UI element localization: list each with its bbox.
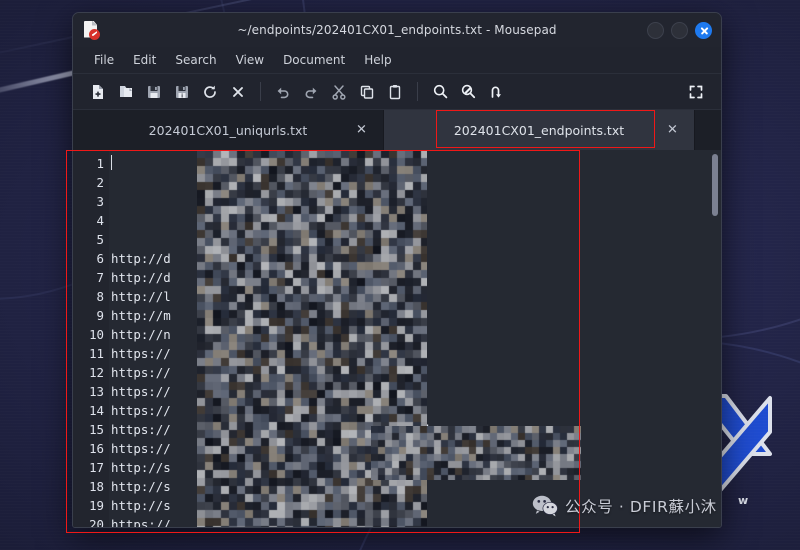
line-number: 12 xyxy=(89,365,104,380)
line-number: 9 xyxy=(96,308,104,323)
line-number: 13 xyxy=(89,384,104,399)
line-number: 18 xyxy=(89,479,104,494)
wechat-watermark: 公众号 · DFIR蘇小沐 xyxy=(532,495,717,517)
mousepad-window: ~/endpoints/202401CX01_endpoints.txt - M… xyxy=(72,12,722,528)
svg-text:i: i xyxy=(181,93,183,99)
reload-icon[interactable] xyxy=(197,79,223,105)
undo-icon[interactable] xyxy=(270,79,296,105)
code-line: http://d xyxy=(111,270,171,285)
svg-text:w: w xyxy=(738,494,748,507)
code-line: https:// xyxy=(111,441,171,456)
text-caret xyxy=(111,155,112,170)
fullscreen-icon[interactable] xyxy=(683,79,709,105)
code-line: https:// ess_token xyxy=(111,403,395,418)
code-text-content[interactable]: http://d -number http://d http://l http://m… xyxy=(109,150,721,527)
watermark-text: 公众号 · DFIR蘇小沐 xyxy=(565,498,717,516)
code-line: http://m addr=%f,%f xyxy=(111,308,402,323)
menu-view[interactable]: View xyxy=(227,50,273,70)
find-replace-icon[interactable] xyxy=(455,79,481,105)
code-line: http://s d xyxy=(111,479,320,494)
line-number: 10 xyxy=(89,327,104,342)
save-as-icon[interactable]: i xyxy=(169,79,195,105)
toolbar-separator xyxy=(417,82,418,101)
line-number: 19 xyxy=(89,498,104,513)
menu-file[interactable]: File xyxy=(85,50,123,70)
paste-icon[interactable] xyxy=(382,79,408,105)
find-icon[interactable] xyxy=(427,79,453,105)
new-file-icon[interactable] xyxy=(85,79,111,105)
line-number: 7 xyxy=(96,270,104,285)
window-titlebar[interactable]: ~/endpoints/202401CX01_endpoints.txt - M… xyxy=(73,13,721,47)
tab-label: 202401CX01_endpoints.txt xyxy=(453,122,625,138)
code-line: https:// tream_type=all xyxy=(111,422,432,437)
line-number: 17 xyxy=(89,460,104,475)
save-icon[interactable] xyxy=(141,79,167,105)
line-number: 11 xyxy=(89,346,104,361)
line-number: 8 xyxy=(96,289,104,304)
vertical-scrollbar-thumb[interactable] xyxy=(712,154,718,216)
tab-close-icon[interactable]: ✕ xyxy=(354,123,369,138)
copy-icon[interactable] xyxy=(354,79,380,105)
text-editor-area[interactable]: 123456789101112131415161718192021 http:/… xyxy=(73,150,721,527)
line-number-gutter: 123456789101112131415161718192021 xyxy=(73,150,109,527)
menu-document[interactable]: Document xyxy=(274,50,354,70)
minimize-button[interactable] xyxy=(647,21,664,39)
vertical-scrollbar[interactable] xyxy=(712,154,718,506)
toolbar-separator xyxy=(260,82,261,101)
code-line: http://d -number xyxy=(111,251,380,266)
line-number: 14 xyxy=(89,403,104,418)
line-number: 20 xyxy=(89,517,104,527)
code-line: https:// xyxy=(111,365,171,380)
code-line: http://l xyxy=(111,289,171,304)
window-title: ~/endpoints/202401CX01_endpoints.txt - M… xyxy=(237,23,557,37)
line-number: 16 xyxy=(89,441,104,456)
line-number: 15 xyxy=(89,422,104,437)
tab-endpoints[interactable]: 202401CX01_endpoints.txt ✕ xyxy=(384,110,695,150)
close-file-icon[interactable] xyxy=(225,79,251,105)
document-edit-icon xyxy=(82,20,100,40)
open-file-icon[interactable] xyxy=(113,79,139,105)
tabbar: 202401CX01_uniqurls.txt ✕ 202401CX01_end… xyxy=(73,110,721,150)
code-line: https:// ke?token= xyxy=(111,346,395,361)
line-number: 5 xyxy=(96,232,104,247)
tab-close-icon[interactable]: ✕ xyxy=(665,123,680,138)
menu-help[interactable]: Help xyxy=(355,50,400,70)
tab-uniqurls[interactable]: 202401CX01_uniqurls.txt ✕ xyxy=(73,110,384,150)
code-line: http://s xyxy=(111,460,171,475)
code-line: https:// xyxy=(111,384,171,399)
line-number: 3 xyxy=(96,194,104,209)
line-number: 6 xyxy=(96,251,104,266)
line-number: 4 xyxy=(96,213,104,228)
menubar: File Edit Search View Document Help xyxy=(73,47,721,74)
tab-label: 202401CX01_uniqurls.txt xyxy=(148,122,308,138)
cut-icon[interactable] xyxy=(326,79,352,105)
redo-icon[interactable] xyxy=(298,79,324,105)
wechat-icon xyxy=(532,495,558,517)
toolbar: i xyxy=(73,74,721,110)
window-controls xyxy=(647,21,712,39)
code-line: http://n xyxy=(111,327,171,342)
menu-search[interactable]: Search xyxy=(166,50,225,70)
maximize-button[interactable] xyxy=(671,21,688,39)
close-button[interactable] xyxy=(695,21,712,39)
line-number: 2 xyxy=(96,175,104,190)
jump-to-icon[interactable] xyxy=(483,79,509,105)
menu-edit[interactable]: Edit xyxy=(124,50,165,70)
line-number: 1 xyxy=(96,156,104,171)
